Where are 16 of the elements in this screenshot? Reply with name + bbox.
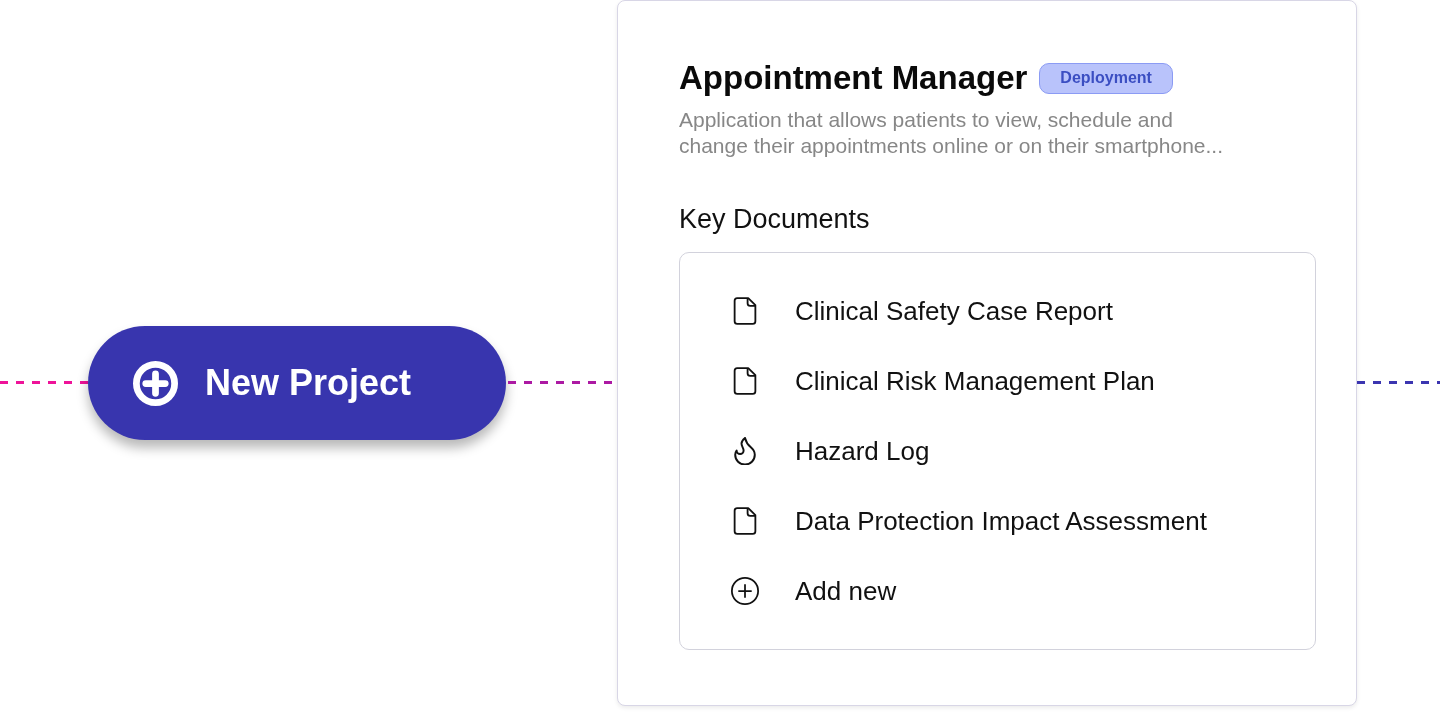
document-link[interactable]: Clinical Safety Case Report — [731, 276, 1113, 346]
document-link[interactable]: Hazard Log — [731, 416, 930, 486]
plus-circle-icon — [133, 360, 178, 406]
project-title: Appointment Manager — [679, 58, 1028, 98]
file-icon — [733, 367, 757, 395]
file-icon — [733, 297, 757, 325]
document-link[interactable]: Clinical Risk Management Plan — [731, 346, 1155, 416]
new-project-button[interactable]: New Project — [88, 326, 506, 440]
document-link[interactable]: Data Protection Impact Assessment — [731, 486, 1207, 556]
status-badge: Deployment — [1039, 62, 1173, 94]
add-new-link[interactable]: Add new — [731, 556, 897, 626]
flame-icon — [734, 437, 756, 465]
file-icon — [733, 507, 757, 535]
plus-circle-icon — [731, 577, 759, 605]
section-heading: Key Documents — [679, 203, 871, 235]
project-description: Application that allows patients to view, schedule and change their appointments online or on their smartphone... — [679, 107, 1224, 159]
